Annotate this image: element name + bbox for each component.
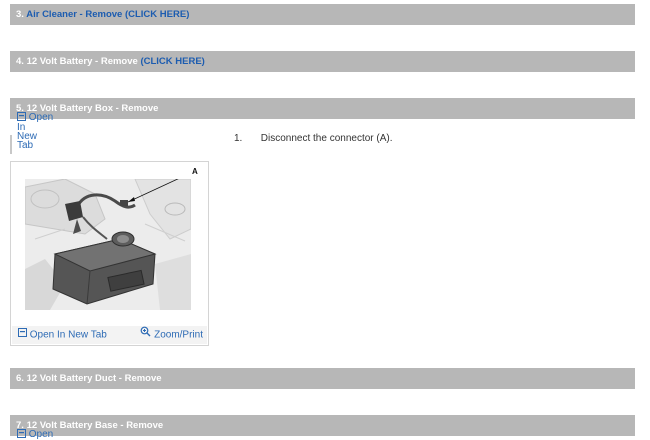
section-header-4: 4. 12 Volt Battery - Remove (CLICK HERE) [10,51,635,72]
open-link-line: Tab [17,140,34,151]
section-number: 3. [16,9,24,20]
open-in-new-tab-link[interactable]: Open In New Tab [17,112,54,151]
zoom-print-button[interactable]: Zoom/Print [140,326,203,345]
section-number: 6. [16,373,24,384]
callout-a-label: A [192,167,198,176]
section-title: 12 Volt Battery Duct - Remove [26,373,162,384]
open-in-new-tab-icon [17,429,26,440]
open-in-new-tab-icon [18,326,27,344]
open-in-new-tab-link-bottom[interactable]: Open [17,429,53,440]
battery-box-illustration[interactable] [25,179,191,310]
section-title: 12 Volt Battery - Remove [26,56,138,67]
open-in-new-tab-label: Open In New Tab [29,329,107,341]
open-link-line: Open [28,112,54,124]
open-in-new-tab-button[interactable]: Open In New Tab [18,326,107,345]
section-header-3: 3. Air Cleaner - Remove (CLICK HERE) [10,4,635,25]
section-header-6: 6. 12 Volt Battery Duct - Remove [10,368,635,389]
open-link-line: Open [28,429,54,440]
left-rule [10,135,12,154]
click-here-link[interactable]: (CLICK HERE) [140,56,204,67]
zoom-icon [140,326,151,344]
step-text: Disconnect the connector (A). [260,133,393,144]
step-1: 1. Disconnect the connector (A). [234,133,393,144]
figure-card: A Open In New Tab Zoom/Print [10,161,209,346]
click-here-link[interactable]: (CLICK HERE) [125,9,189,20]
section-number: 4. [16,56,24,67]
section-header-5: 5. 12 Volt Battery Box - Remove [10,98,635,119]
section-header-7: 7. 12 Volt Battery Base - Remove [10,415,635,436]
figure-footer: Open In New Tab Zoom/Print [12,326,207,344]
step-number: 1. [234,133,243,144]
zoom-print-label: Zoom/Print [154,329,203,341]
air-cleaner-link[interactable]: Air Cleaner - Remove [26,9,122,20]
